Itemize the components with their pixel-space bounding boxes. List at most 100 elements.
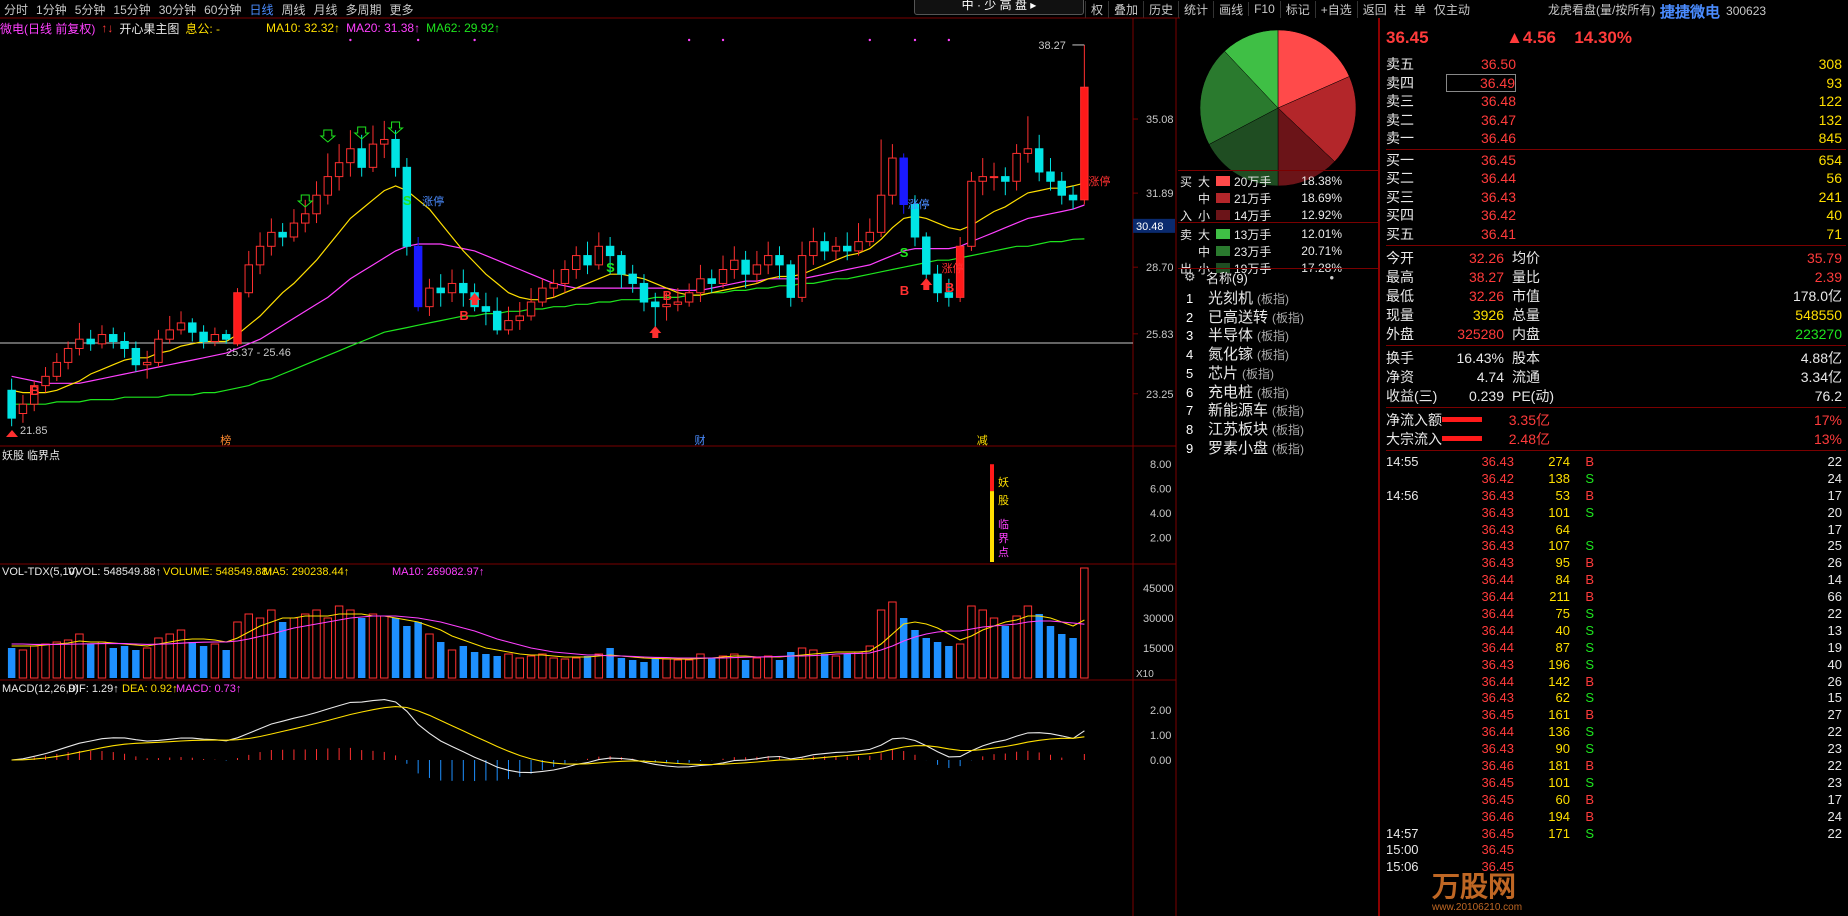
candle-body[interactable] bbox=[1023, 148, 1033, 154]
orderbook-row-5[interactable]: 买一 36.45 654 bbox=[1386, 151, 1846, 170]
candle-body[interactable] bbox=[244, 264, 253, 294]
event-mark-0[interactable]: 榜 bbox=[220, 433, 231, 447]
event-mark-1[interactable]: 财 bbox=[694, 433, 705, 447]
orderbook-row-3[interactable]: 卖二 36.47 132 bbox=[1386, 111, 1846, 130]
candle-body[interactable] bbox=[504, 320, 513, 331]
candle-body[interactable] bbox=[188, 322, 197, 333]
candle-body[interactable] bbox=[526, 301, 536, 317]
tool-button-5[interactable]: F10 bbox=[1248, 2, 1280, 16]
candle-body[interactable] bbox=[289, 222, 299, 238]
candle-body[interactable] bbox=[899, 157, 908, 205]
candle-body[interactable] bbox=[843, 245, 852, 252]
candle-body[interactable] bbox=[1068, 194, 1078, 201]
candle-body[interactable] bbox=[380, 138, 389, 145]
candle-body[interactable] bbox=[1080, 86, 1089, 201]
candle-body[interactable] bbox=[210, 334, 220, 342]
candle-body[interactable] bbox=[617, 255, 626, 275]
candle-body[interactable] bbox=[628, 273, 637, 284]
candle-body[interactable] bbox=[154, 338, 163, 363]
candle-body[interactable] bbox=[75, 338, 84, 349]
candle-body[interactable] bbox=[1034, 148, 1044, 173]
orderbook-row-6[interactable]: 买二 36.44 56 bbox=[1386, 169, 1846, 188]
candle-body[interactable] bbox=[52, 361, 62, 377]
tool-button-4[interactable]: 画线 bbox=[1213, 0, 1248, 18]
tool-button-6[interactable]: 标记 bbox=[1279, 0, 1315, 18]
right-head-tab-0[interactable]: 柱 bbox=[1390, 1, 1410, 18]
candle-body[interactable] bbox=[459, 282, 468, 294]
candle-body[interactable] bbox=[662, 303, 671, 308]
candle-body[interactable] bbox=[176, 322, 186, 331]
candle-body[interactable] bbox=[278, 231, 287, 238]
right-head-tab-2[interactable]: 仅主动 bbox=[1430, 1, 1474, 18]
candle-body[interactable] bbox=[797, 255, 807, 298]
candle-body[interactable] bbox=[142, 361, 152, 366]
candle-body[interactable] bbox=[301, 213, 310, 224]
candle-body[interactable] bbox=[7, 389, 16, 419]
candle-body[interactable] bbox=[1001, 176, 1010, 182]
candle-body[interactable] bbox=[391, 138, 400, 168]
candle-body[interactable] bbox=[97, 334, 107, 345]
orderbook-row-8[interactable]: 买四 36.42 40 bbox=[1386, 206, 1846, 225]
candle-body[interactable] bbox=[741, 259, 750, 275]
candle-body[interactable] bbox=[967, 180, 976, 247]
orderbook-row-7[interactable]: 买三 36.43 241 bbox=[1386, 188, 1846, 207]
orderbook-row-9[interactable]: 买五 36.41 71 bbox=[1386, 225, 1846, 244]
candle-body[interactable] bbox=[120, 341, 129, 349]
tool-button-7[interactable]: +自选 bbox=[1314, 0, 1357, 18]
candle-body[interactable] bbox=[312, 194, 321, 215]
candle-body[interactable] bbox=[18, 403, 28, 414]
candle-body[interactable] bbox=[413, 245, 423, 308]
candle-body[interactable] bbox=[425, 287, 434, 308]
candle-body[interactable] bbox=[334, 162, 344, 178]
candle-body[interactable] bbox=[538, 287, 547, 303]
candle-body[interactable] bbox=[888, 157, 897, 196]
candle-body[interactable] bbox=[831, 245, 841, 252]
tool-button-8[interactable]: 返回 bbox=[1356, 0, 1392, 18]
sector-item-8[interactable]: 9 罗素小盘 (板指) bbox=[1186, 437, 1386, 459]
orderbook-row-4[interactable]: 卖一 36.46 845 bbox=[1386, 129, 1846, 148]
candle-body[interactable] bbox=[594, 245, 604, 266]
candle-body[interactable] bbox=[978, 176, 987, 182]
candle-body[interactable] bbox=[131, 347, 141, 366]
candle-body[interactable] bbox=[696, 278, 705, 294]
candle-body[interactable] bbox=[572, 255, 581, 271]
candle-body[interactable] bbox=[922, 236, 931, 275]
candle-body[interactable] bbox=[639, 282, 649, 303]
candle-body[interactable] bbox=[199, 331, 208, 343]
right-head-tab-3[interactable]: 龙虎看盘(量/按所有) bbox=[1544, 1, 1659, 18]
candle-body[interactable] bbox=[775, 255, 784, 266]
candle-body[interactable] bbox=[933, 273, 942, 294]
candle-body[interactable] bbox=[820, 241, 829, 252]
candle-body[interactable] bbox=[267, 231, 276, 247]
candle-body[interactable] bbox=[346, 148, 355, 164]
candle-body[interactable] bbox=[605, 245, 615, 257]
candle-body[interactable] bbox=[481, 306, 491, 312]
candle-body[interactable] bbox=[549, 282, 558, 289]
candle-body[interactable] bbox=[492, 310, 502, 331]
candle-body[interactable] bbox=[63, 347, 73, 363]
candle-body[interactable] bbox=[41, 375, 50, 387]
candle-body[interactable] bbox=[583, 255, 592, 266]
candle-body[interactable] bbox=[1057, 180, 1066, 196]
candle-body[interactable] bbox=[357, 148, 366, 168]
candle-body[interactable] bbox=[651, 301, 660, 308]
candle-body[interactable] bbox=[786, 264, 795, 298]
candle-body[interactable] bbox=[989, 176, 999, 179]
candle-body[interactable] bbox=[673, 301, 683, 305]
candle-body[interactable] bbox=[865, 231, 875, 243]
candle-body[interactable] bbox=[368, 143, 378, 168]
candle-body[interactable] bbox=[323, 176, 333, 196]
candle-body[interactable] bbox=[707, 278, 716, 284]
candle-body[interactable] bbox=[752, 264, 762, 275]
candle-body[interactable] bbox=[86, 338, 95, 345]
candle-body[interactable] bbox=[763, 255, 773, 266]
candle-body[interactable] bbox=[109, 334, 118, 342]
orderbook-row-2[interactable]: 卖三 36.48 122 bbox=[1386, 92, 1846, 111]
candle-body[interactable] bbox=[560, 269, 570, 284]
candle-body[interactable] bbox=[436, 287, 445, 294]
candle-body[interactable] bbox=[1046, 171, 1055, 182]
settings-gear-icon[interactable]: ⚙ bbox=[1184, 269, 1206, 285]
kline-chart[interactable]: 35.0831.8928.7025.8323.2530.4825.37 - 25… bbox=[0, 0, 1180, 916]
candle-body[interactable] bbox=[854, 241, 863, 252]
candle-body[interactable] bbox=[809, 241, 818, 257]
